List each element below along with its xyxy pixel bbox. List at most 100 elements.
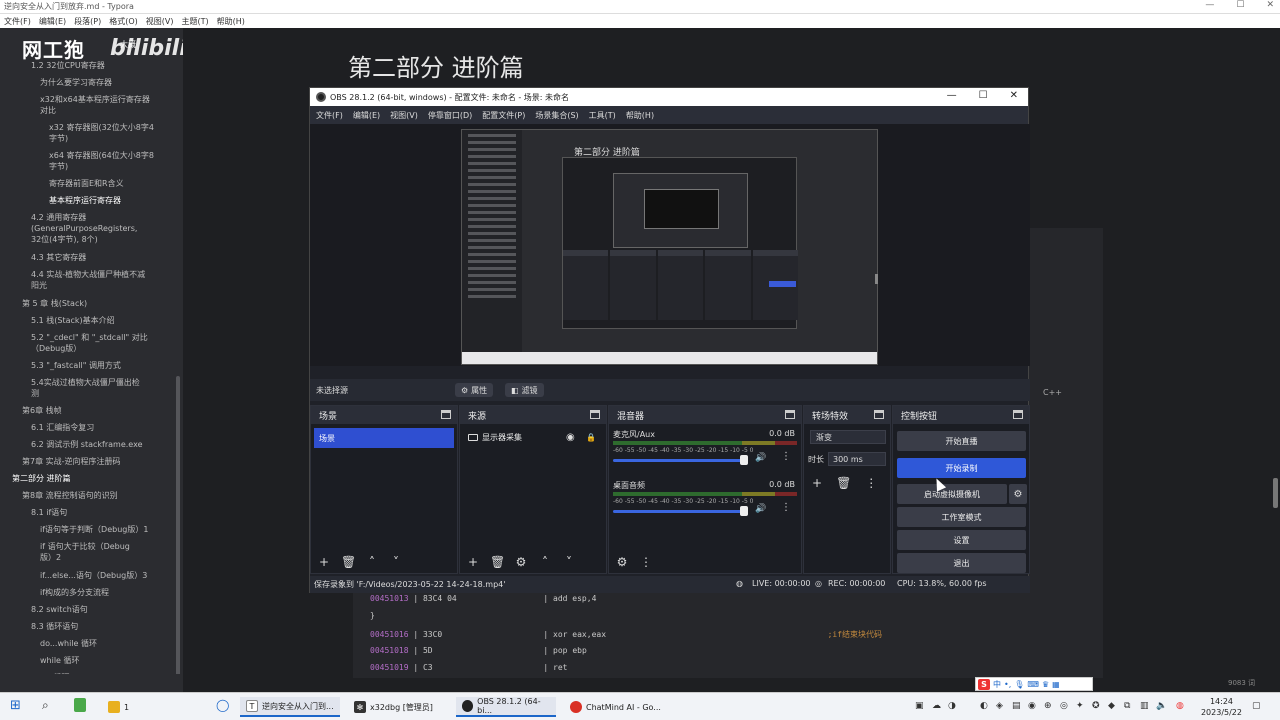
volume-slider[interactable] [613,510,748,513]
outline-item[interactable]: 阳光 [31,280,47,291]
outline-item[interactable]: （Debug版） [31,343,81,354]
start-recording-button[interactable]: 开始录制 [897,458,1026,478]
more-options-icon[interactable]: ⋮ [781,502,791,513]
outline-item[interactable]: x32 寄存器图(32位大小8字4 [49,122,154,133]
move-up-icon[interactable]: ˄ [538,555,552,569]
taskbar-clock[interactable]: 14:24 2023/5/22 [1201,696,1242,718]
outline-item[interactable]: 测 [31,388,39,399]
obs-menu-file[interactable]: 文件(F) [316,110,343,121]
outline-item[interactable]: 字节) [49,133,68,144]
obs-menu-scene-collection[interactable]: 场景集合(S) [535,110,578,121]
punctuation-icon[interactable]: •, [1004,680,1011,689]
outline-item[interactable]: 第8章 流程控制语句的识别 [22,490,118,501]
outline-item[interactable]: 6.2 调试示例 stackframe.exe [31,439,143,450]
transition-menu-icon[interactable]: ⋮ [865,476,877,490]
outline-item[interactable]: 6.1 汇编指令复习 [31,422,94,433]
outline-item[interactable]: 4.3 其它寄存器 [31,252,86,263]
advanced-audio-icon[interactable]: ⚙ [615,555,629,569]
filters-button[interactable]: ◧ 滤镜 [505,383,544,397]
exit-button[interactable]: 退出 [897,553,1026,573]
move-down-icon[interactable]: ˅ [389,555,403,569]
visibility-eye-icon[interactable]: ◉ [566,432,575,443]
outline-item[interactable]: 4.4 实战-植物大战僵尸种植不减 [31,269,145,280]
ime-mode-label[interactable]: 中 [993,679,1001,690]
outline-item[interactable]: 对比 [40,105,56,116]
editor-scrollbar[interactable] [1273,478,1278,508]
remove-transition-icon[interactable]: 🗑 [836,476,851,490]
system-tray-icon[interactable]: ☁ [932,701,941,711]
outline-item[interactable]: 寄存器前面E和R含义 [49,178,124,189]
system-tray-icon[interactable]: ⊕ [1044,701,1052,711]
outline-item[interactable]: 5.4实战过植物大战僵尸僵出检 [31,377,140,388]
system-tray-icon[interactable]: ◉ [1028,701,1036,711]
properties-button[interactable]: ⚙ 属性 [455,383,494,397]
add-source-icon[interactable]: + [466,555,480,569]
menu-help[interactable]: 帮助(H) [217,16,245,27]
taskbar-x32dbg[interactable]: ✻ x32dbg [管理员] [348,697,439,717]
skin-icon[interactable]: ♛ [1042,680,1049,689]
system-tray-icon[interactable]: ✪ [1092,701,1100,711]
volume-slider-handle[interactable] [740,506,748,516]
maximize-icon[interactable]: ☐ [1236,0,1244,10]
menu-theme[interactable]: 主题(T) [181,16,208,27]
outline-item[interactable]: do...while 循环 [40,638,97,649]
minimize-icon[interactable]: — [1205,0,1214,10]
obs-menu-help[interactable]: 帮助(H) [626,110,654,121]
outline-item[interactable]: 第7章 实战-逆向程序注册码 [22,456,121,467]
outline-item[interactable]: if构成的多分支流程 [40,587,109,598]
menu-format[interactable]: 格式(O) [109,16,138,27]
system-tray-icon[interactable]: ◆ [1108,701,1115,711]
notepad-icon[interactable] [74,698,86,715]
duration-spinbox[interactable]: 300 ms [828,452,886,466]
network-icon[interactable]: ▥ [1140,701,1149,711]
undock-icon[interactable] [1013,410,1023,419]
outline-item[interactable]: while 循环 [40,655,80,666]
system-tray-icon[interactable]: ◑ [948,701,956,711]
undock-icon[interactable] [785,410,795,419]
close-icon[interactable]: ✕ [1266,0,1274,10]
remove-scene-icon[interactable]: 🗑 [341,555,356,569]
volume-slider[interactable] [613,459,748,462]
antivirus-icon[interactable]: ◍ [1176,701,1184,711]
outline-item[interactable]: 4.2 通用寄存器 [31,212,86,223]
code-language-label[interactable]: C++ [1043,388,1062,397]
obs-menu-tools[interactable]: 工具(T) [589,110,616,121]
undock-icon[interactable] [874,410,884,419]
move-down-icon[interactable]: ˅ [562,555,576,569]
cortana-icon[interactable]: ◯ [216,698,229,712]
mixer-menu-icon[interactable]: ⋮ [639,555,653,569]
sidebar-scrollbar[interactable] [176,376,180,676]
system-tray-icon[interactable]: ◈ [996,701,1003,711]
keyboard-icon[interactable]: ⌨ [1027,680,1039,689]
remove-source-icon[interactable]: 🗑 [490,555,505,569]
outline-item[interactable]: (GeneralPurposeRegisters, [31,223,137,234]
outline-item[interactable]: 基本程序运行寄存器 [49,195,121,206]
system-tray-icon[interactable]: ⧉ [1124,701,1130,711]
obs-preview[interactable]: 第二部分 进阶篇 [310,124,1030,366]
outline-item[interactable]: if...else...语句（Debug版）3 [40,570,147,581]
speaker-icon[interactable]: 🔊 [755,453,766,463]
add-transition-icon[interactable]: + [812,476,822,490]
taskbar-obs[interactable]: OBS 28.1.2 (64-bi... [456,697,556,717]
preview-resize-handle[interactable] [875,274,878,284]
sogou-icon[interactable]: S [978,678,990,690]
lock-icon[interactable]: 🔒 [586,433,596,442]
system-tray-icon[interactable]: ▣ [915,701,924,711]
obs-menu-docks[interactable]: 停靠窗口(D) [428,110,472,121]
move-up-icon[interactable]: ˄ [365,555,379,569]
taskbar-typora[interactable]: T 逆向安全从入门到... [240,697,340,717]
outline-item[interactable]: 第6章 栈帧 [22,405,62,416]
outline-item[interactable]: x64 寄存器图(64位大小8字8 [49,150,154,161]
grid-icon[interactable]: ▦ [1052,680,1060,689]
obs-menu-edit[interactable]: 编辑(E) [353,110,380,121]
outline-item[interactable]: 第二部分 进阶篇 [12,473,71,484]
menu-view[interactable]: 视图(V) [146,16,174,27]
outline-item[interactable]: 字节) [49,161,68,172]
start-streaming-button[interactable]: 开始直播 [897,431,1026,451]
system-tray-icon[interactable]: ◐ [980,701,988,711]
system-tray-icon[interactable]: ▤ [1012,701,1021,711]
outline-item[interactable]: 32位(4字节), 8个) [31,234,98,245]
obs-menu-view[interactable]: 视图(V) [390,110,418,121]
speaker-icon[interactable]: 🔊 [755,504,766,514]
undock-icon[interactable] [441,410,451,419]
